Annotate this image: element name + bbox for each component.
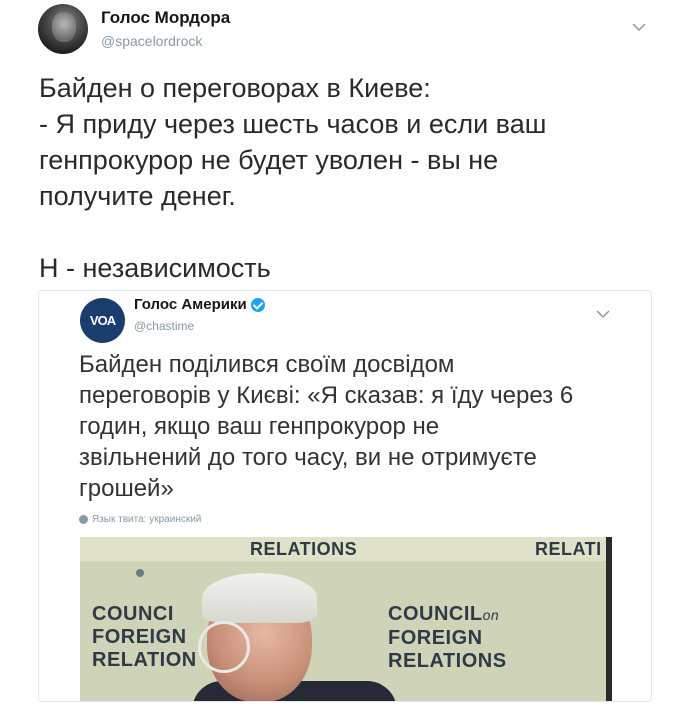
author-handle[interactable]: @spacelordrock — [101, 33, 202, 49]
quoted-author-handle[interactable]: @chastime — [134, 319, 194, 333]
video-banner-text: RELATIONS — [250, 539, 358, 559]
media-video[interactable]: RELATIONS RELATI COUNCI FOREIGN RELATION… — [80, 537, 612, 701]
language-note-text: Язык твита: украинский — [92, 514, 202, 525]
chevron-down-icon[interactable] — [632, 22, 646, 32]
quoted-tweet-card[interactable]: VOA Голос Америки @chastime Байден поділ… — [38, 290, 652, 702]
quoted-tweet-text: Байден поділився своїм досвідом перегово… — [79, 351, 574, 502]
chevron-down-icon[interactable] — [596, 309, 610, 319]
quoted-author-name[interactable]: Голос Америки — [134, 296, 265, 313]
video-loading-ring — [198, 621, 250, 673]
video-edge — [606, 537, 612, 701]
sign-right: COUNCILon FOREIGN RELATIONS — [388, 603, 507, 673]
verified-badge-icon — [250, 297, 265, 312]
globe-icon — [79, 515, 88, 524]
sign-right-on: on — [482, 607, 500, 623]
sign-right-rest: FOREIGN RELATIONS — [388, 627, 507, 672]
video-banner-text: RELATI — [535, 539, 602, 559]
language-note: Язык твита: украинский — [79, 514, 201, 525]
quoted-author-display-name: Голос Америки — [134, 296, 247, 313]
sign-left: COUNCI FOREIGN RELATION — [92, 603, 197, 671]
tweet-text: Байден о переговорах в Киеве: - Я приду … — [39, 73, 547, 283]
avatar[interactable]: VOA — [80, 298, 125, 343]
author-display-name[interactable]: Голос Мордора — [101, 8, 230, 28]
avatar[interactable] — [38, 4, 88, 54]
sign-right-line1: COUNCIL — [388, 603, 483, 625]
seal-mark — [136, 569, 144, 577]
